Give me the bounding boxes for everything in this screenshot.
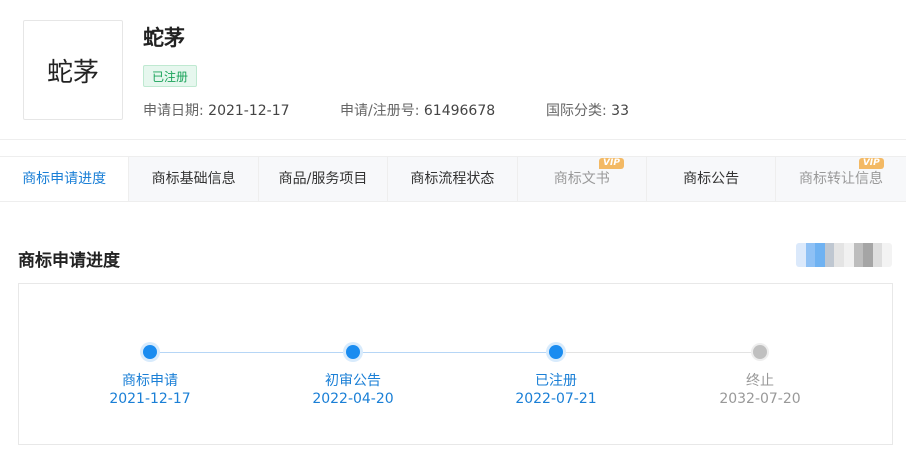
- reg-no-meta: 申请/注册号: 61496678: [340, 100, 495, 120]
- step-label: 初审公告: [325, 373, 381, 389]
- tab-label: 商标文书: [553, 171, 610, 187]
- step-date: 2022-07-21: [515, 391, 597, 407]
- tab-application-progress[interactable]: 商标申请进度: [0, 157, 130, 201]
- step-label: 终止: [746, 373, 774, 389]
- trademark-name: 蛇茅: [143, 26, 185, 50]
- progress-node: [753, 345, 767, 359]
- tab-label: 商标流程状态: [410, 171, 495, 187]
- section-title: 商标申请进度: [18, 251, 120, 271]
- progress-node: [346, 345, 360, 359]
- step-date: 2021-12-17: [109, 391, 191, 407]
- detail-tabs: 商标申请进度 商标基础信息 商品/服务项目 商标流程状态 商标文书 VIP 商标…: [0, 156, 906, 202]
- progress-node: [549, 345, 563, 359]
- reg-no-value: 61496678: [423, 103, 496, 119]
- trademark-logo: 蛇茅: [23, 20, 123, 120]
- tab-label: 商标转让信息: [799, 171, 884, 187]
- step-date: 2032-07-20: [719, 391, 801, 407]
- intl-class-label: 国际分类:: [546, 103, 607, 119]
- tab-transfer-info[interactable]: 商标转让信息 VIP: [776, 157, 905, 201]
- tab-basic-info[interactable]: 商标基础信息: [129, 157, 259, 201]
- tab-label: 商标申请进度: [22, 171, 107, 187]
- apply-date-label: 申请日期:: [143, 103, 204, 119]
- tab-label: 商品/服务项目: [278, 171, 368, 187]
- progress-timeline: 商标申请 2021-12-17 初审公告 2022-04-20 已注册 2022…: [18, 283, 893, 445]
- intl-class-meta: 国际分类: 33: [546, 100, 629, 120]
- tab-goods-services[interactable]: 商品/服务项目: [259, 157, 389, 201]
- vip-badge: VIP: [858, 158, 884, 169]
- tab-documents[interactable]: 商标文书 VIP: [518, 157, 647, 201]
- step-label: 商标申请: [122, 373, 178, 389]
- tab-process-status[interactable]: 商标流程状态: [388, 157, 518, 201]
- tab-label: 商标基础信息: [151, 171, 236, 187]
- tab-announcements[interactable]: 商标公告: [647, 157, 777, 201]
- apply-date-value: 2021-12-17: [208, 103, 290, 119]
- vip-badge: VIP: [599, 158, 624, 169]
- progress-track-pending: [556, 352, 760, 353]
- progress-node: [143, 345, 157, 359]
- step-date: 2022-04-20: [312, 391, 394, 407]
- intl-class-value: 33: [611, 103, 629, 119]
- trademark-logo-text: 蛇茅: [46, 57, 99, 88]
- apply-date-meta: 申请日期: 2021-12-17: [143, 100, 290, 120]
- tab-label: 商标公告: [683, 171, 740, 187]
- status-badge: 已注册: [143, 65, 198, 87]
- reg-no-label: 申请/注册号:: [340, 103, 420, 119]
- step-label: 已注册: [535, 373, 577, 389]
- pixelated-watermark: [796, 243, 892, 267]
- trademark-header: 蛇茅 蛇茅 已注册 申请日期: 2021-12-17 申请/注册号: 61496…: [0, 0, 906, 140]
